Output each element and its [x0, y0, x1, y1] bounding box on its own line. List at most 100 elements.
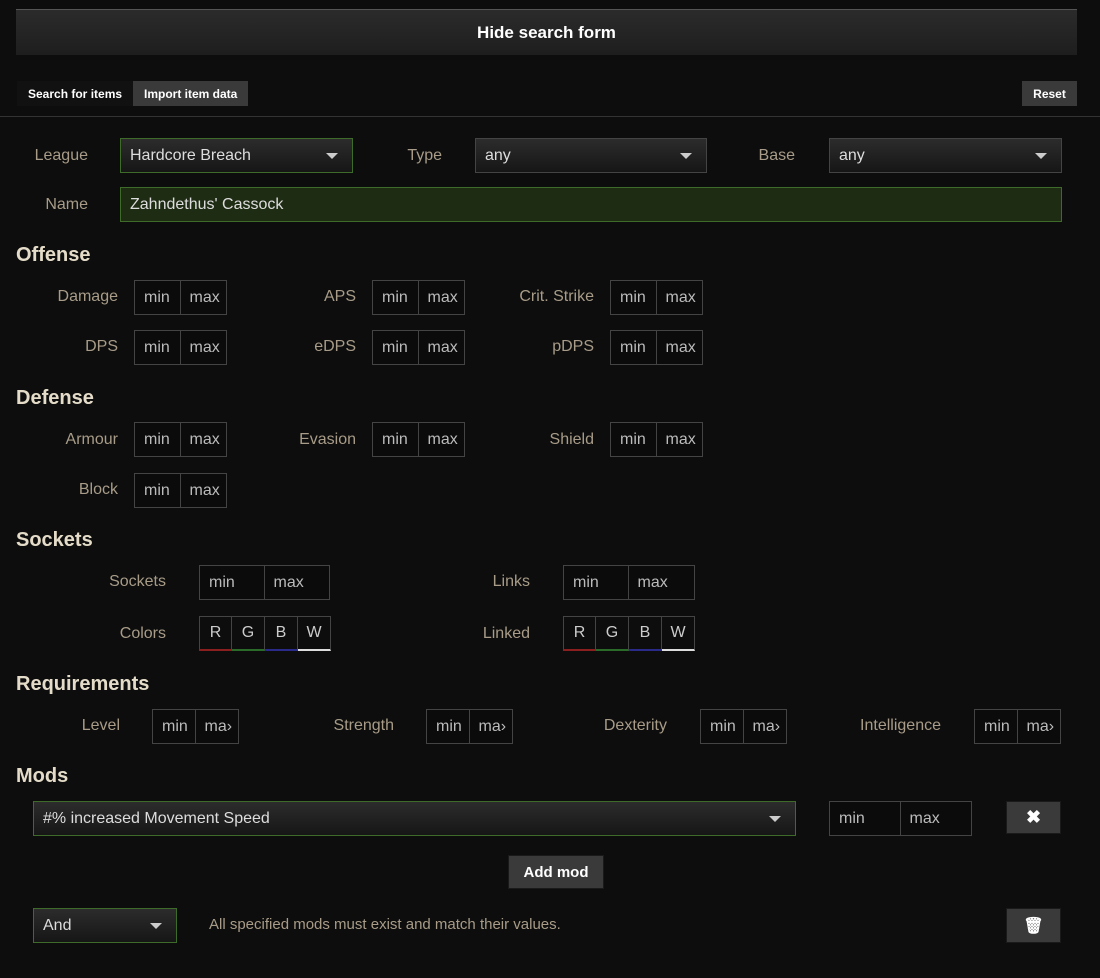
- pdps-min-input[interactable]: min: [611, 331, 657, 364]
- block-range: min max: [134, 473, 227, 508]
- strength-min-input[interactable]: min: [427, 710, 470, 743]
- linked-white-input[interactable]: W: [662, 616, 695, 651]
- crit-strike-range: min max: [610, 280, 703, 315]
- colors-green-input[interactable]: G: [232, 616, 265, 651]
- tab-search-for-items[interactable]: Search for items: [17, 81, 134, 106]
- colors-inputs: R G B W: [199, 616, 331, 651]
- mod-max-input[interactable]: max: [901, 802, 972, 835]
- mod-select[interactable]: #% increased Movement Speed: [33, 801, 796, 836]
- armour-max-input[interactable]: max: [181, 423, 227, 456]
- pdps-range: min max: [610, 330, 703, 365]
- sockets-heading: Sockets: [16, 529, 93, 551]
- mod-group-value: And: [43, 916, 72, 934]
- type-value: any: [485, 146, 511, 164]
- colors-blue-input[interactable]: B: [265, 616, 298, 651]
- evasion-min-input[interactable]: min: [373, 423, 419, 456]
- colors-label: Colors: [119, 625, 166, 642]
- links-label: Links: [492, 573, 530, 590]
- dps-max-input[interactable]: max: [181, 331, 227, 364]
- trash-icon: 🗑: [1023, 917, 1044, 935]
- mod-min-input[interactable]: min: [830, 802, 901, 835]
- caret-down-icon: [1035, 153, 1047, 159]
- block-max-input[interactable]: max: [181, 474, 227, 507]
- tab-import-item-data[interactable]: Import item data: [133, 81, 249, 106]
- colors-white-input[interactable]: W: [298, 616, 331, 651]
- shield-max-input[interactable]: max: [657, 423, 703, 456]
- sockets-min-input[interactable]: min: [200, 566, 265, 599]
- shield-min-input[interactable]: min: [611, 423, 657, 456]
- type-label: Type: [407, 147, 442, 164]
- divider: [0, 116, 1100, 117]
- pdps-max-input[interactable]: max: [657, 331, 703, 364]
- aps-range: min max: [372, 280, 465, 315]
- mod-range: min max: [829, 801, 972, 836]
- edps-max-input[interactable]: max: [419, 331, 465, 364]
- base-value: any: [839, 146, 865, 164]
- intelligence-min-input[interactable]: min: [975, 710, 1018, 743]
- caret-down-icon: [150, 923, 162, 929]
- remove-mod-button[interactable]: ✖: [1006, 801, 1061, 834]
- colors-red-input[interactable]: R: [199, 616, 232, 651]
- damage-min-input[interactable]: min: [135, 281, 181, 314]
- name-input[interactable]: Zahndethus' Cassock: [120, 187, 1062, 222]
- dexterity-range: min ma›: [700, 709, 787, 744]
- linked-blue-input[interactable]: B: [629, 616, 662, 651]
- damage-label: Damage: [57, 288, 118, 305]
- reset-button[interactable]: Reset: [1022, 81, 1077, 106]
- league-label: League: [34, 147, 88, 164]
- hide-search-form-button[interactable]: Hide search form: [16, 9, 1077, 55]
- intelligence-range: min ma›: [974, 709, 1061, 744]
- strength-max-input[interactable]: ma›: [470, 710, 513, 743]
- level-label: Level: [81, 717, 120, 734]
- base-select[interactable]: any: [829, 138, 1062, 173]
- intelligence-max-input[interactable]: ma›: [1018, 710, 1061, 743]
- mod-group-select[interactable]: And: [33, 908, 177, 943]
- aps-min-input[interactable]: min: [373, 281, 419, 314]
- sockets-max-input[interactable]: max: [265, 566, 330, 599]
- league-value: Hardcore Breach: [130, 146, 251, 164]
- requirements-heading: Requirements: [16, 673, 150, 695]
- intelligence-label: Intelligence: [860, 717, 941, 734]
- sockets-range: min max: [199, 565, 330, 600]
- mods-heading: Mods: [16, 765, 69, 787]
- crit-strike-max-input[interactable]: max: [657, 281, 703, 314]
- damage-max-input[interactable]: max: [181, 281, 227, 314]
- evasion-range: min max: [372, 422, 465, 457]
- links-min-input[interactable]: min: [564, 566, 629, 599]
- shield-range: min max: [610, 422, 703, 457]
- dexterity-label: Dexterity: [603, 717, 667, 734]
- dexterity-max-input[interactable]: ma›: [744, 710, 787, 743]
- strength-label: Strength: [333, 717, 394, 734]
- dps-min-input[interactable]: min: [135, 331, 181, 364]
- base-label: Base: [758, 147, 795, 164]
- caret-down-icon: [326, 153, 338, 159]
- evasion-label: Evasion: [299, 431, 356, 448]
- sockets-label: Sockets: [109, 573, 166, 590]
- damage-range: min max: [134, 280, 227, 315]
- evasion-max-input[interactable]: max: [419, 423, 465, 456]
- linked-green-input[interactable]: G: [596, 616, 629, 651]
- offense-heading: Offense: [16, 244, 91, 266]
- dexterity-min-input[interactable]: min: [701, 710, 744, 743]
- linked-red-input[interactable]: R: [563, 616, 596, 651]
- level-min-input[interactable]: min: [153, 710, 196, 743]
- aps-max-input[interactable]: max: [419, 281, 465, 314]
- delete-group-button[interactable]: 🗑: [1006, 908, 1061, 943]
- league-select[interactable]: Hardcore Breach: [120, 138, 353, 173]
- edps-min-input[interactable]: min: [373, 331, 419, 364]
- close-icon: ✖: [1025, 807, 1042, 827]
- crit-strike-min-input[interactable]: min: [611, 281, 657, 314]
- linked-label: Linked: [482, 625, 530, 642]
- links-max-input[interactable]: max: [629, 566, 694, 599]
- level-max-input[interactable]: ma›: [196, 710, 239, 743]
- mod-value: #% increased Movement Speed: [43, 809, 270, 827]
- armour-min-input[interactable]: min: [135, 423, 181, 456]
- block-label: Block: [78, 481, 118, 498]
- edps-range: min max: [372, 330, 465, 365]
- strength-range: min ma›: [426, 709, 513, 744]
- type-select[interactable]: any: [475, 138, 707, 173]
- dps-label: DPS: [85, 338, 118, 355]
- add-mod-button[interactable]: Add mod: [508, 855, 604, 889]
- defense-heading: Defense: [16, 387, 94, 409]
- block-min-input[interactable]: min: [135, 474, 181, 507]
